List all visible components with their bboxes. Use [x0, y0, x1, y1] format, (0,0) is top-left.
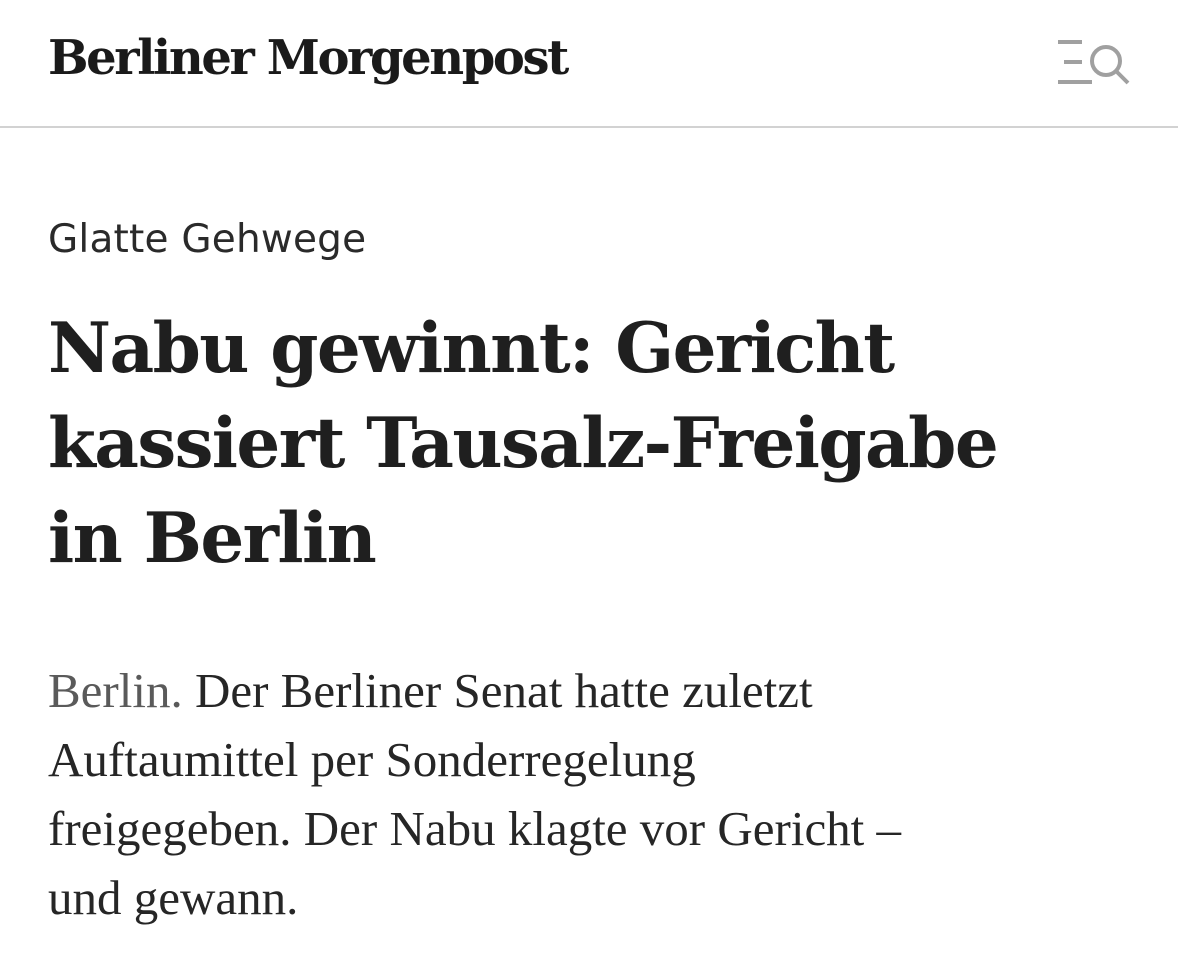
teaser-line: freigegeben. Der Nabu klagte vor Gericht… — [48, 801, 902, 856]
teaser-line: Auftaumittel per Sonderregelung — [48, 732, 696, 787]
headline-line: kassiert Tausalz-Freigabe — [48, 403, 999, 484]
menu-search-button[interactable] — [1054, 34, 1134, 90]
article-teaser: Berlin. Der Berliner Senat hatte zuletzt… — [48, 656, 1148, 932]
headline-line: Nabu gewinnt: Gericht — [48, 308, 895, 389]
menu-search-icon — [1058, 40, 1130, 85]
teaser-line: und gewann. — [48, 870, 299, 925]
site-logo[interactable]: Berliner Morgenpost — [48, 26, 569, 90]
teaser-line: Der Berliner Senat hatte zuletzt — [182, 663, 813, 718]
article-kicker: Glatte Gehwege — [48, 217, 367, 262]
headline-line: in Berlin — [48, 498, 377, 579]
site-header: Berliner Morgenpost — [0, 0, 1178, 128]
article-headline[interactable]: Nabu gewinnt: Gericht kassiert Tausalz-F… — [48, 301, 1148, 586]
teaser-dateline: Berlin. — [48, 663, 183, 718]
